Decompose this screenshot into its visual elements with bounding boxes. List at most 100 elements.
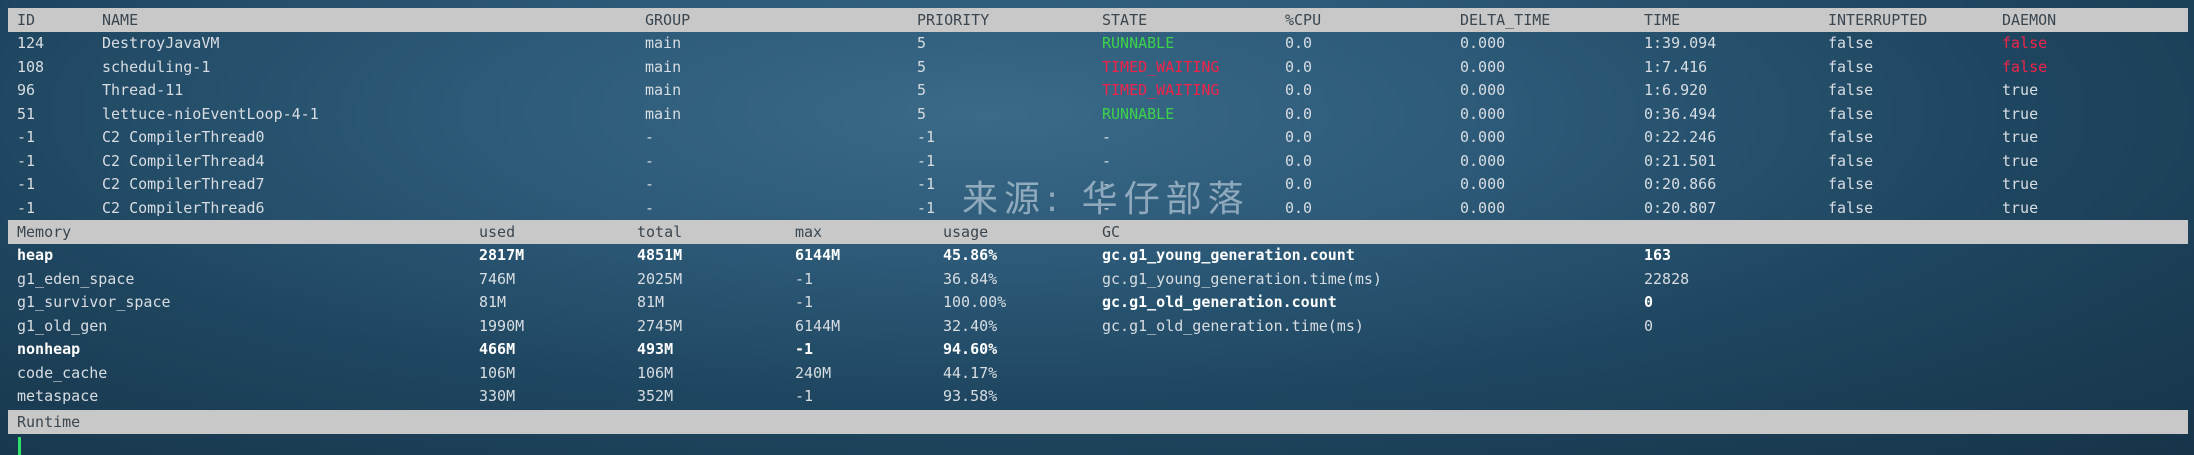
memory-usage-cell: 93.58% xyxy=(943,387,998,405)
thread-name-cell: C2 CompilerThread6 xyxy=(102,198,265,217)
thread-daemon-cell: true xyxy=(2002,151,2039,170)
thread-id-cell: -1 xyxy=(17,151,36,170)
thread-delta-cell: 0.000 xyxy=(1460,175,1506,193)
thread-state-cell: TIMED_WAITING xyxy=(1102,57,1220,76)
col-gc: GC xyxy=(1102,223,1121,241)
thread-priority-cell: 5 xyxy=(917,104,927,123)
memory-name-cell: nonheap xyxy=(17,340,81,358)
thread-cpu-cell: 0.0 xyxy=(1285,57,1313,76)
thread-row: 96 Thread-11 main 5 TIMED_WAITING 0.0 0.000 1:6… xyxy=(8,79,2188,102)
gc-value-cell: 0 xyxy=(1644,316,1654,335)
thread-delta-cell: 0.000 xyxy=(1460,57,1506,76)
memory-total-cell: 4851M xyxy=(637,246,683,264)
thread-daemon-cell: false xyxy=(2002,34,2048,52)
thread-cpu-cell: 0.0 xyxy=(1285,81,1313,99)
gc-name-cell: gc.g1_young_generation.time(ms) xyxy=(1102,269,1382,288)
thread-interrupted-cell: false xyxy=(1828,175,1874,193)
thread-time-cell: 1:7.416 xyxy=(1644,57,1708,76)
col-time: TIME xyxy=(1644,11,1681,29)
memory-used-cell: 1990M xyxy=(479,316,525,335)
memory-name-cell: g1_old_gen xyxy=(17,316,108,335)
watermark-text: 来源: 华仔部落 xyxy=(962,179,1250,220)
thread-interrupted-cell: false xyxy=(1828,57,1874,76)
gc-name-cell: gc.g1_old_generation.count xyxy=(1102,293,1337,311)
thread-name-cell: lettuce-nioEventLoop-4-1 xyxy=(102,104,319,123)
thread-priority-cell: -1 xyxy=(917,198,936,217)
thread-group-cell: main xyxy=(645,57,682,76)
thread-id-cell: 108 xyxy=(17,57,45,76)
thread-daemon-cell: false xyxy=(2002,57,2048,76)
thread-cpu-cell: 0.0 xyxy=(1285,175,1313,193)
thread-id-cell: -1 xyxy=(17,198,36,217)
thread-id-cell: -1 xyxy=(17,128,36,146)
memory-total-cell: 352M xyxy=(637,387,674,405)
thread-time-cell: 0:20.807 xyxy=(1644,198,1717,217)
thread-name-cell: scheduling-1 xyxy=(102,57,211,76)
memory-total-cell: 2745M xyxy=(637,316,683,335)
thread-name-cell: C2 CompilerThread4 xyxy=(102,151,265,170)
memory-row: g1_eden_space 746M 2025M -1 36.84% gc.g1_youn… xyxy=(8,268,2188,291)
thread-priority-cell: -1 xyxy=(917,128,936,146)
thread-time-cell: 0:21.501 xyxy=(1644,151,1717,170)
thread-id-cell: 124 xyxy=(17,34,45,52)
memory-used-cell: 330M xyxy=(479,387,516,405)
memory-max-cell: -1 xyxy=(795,387,814,405)
thread-id-cell: 96 xyxy=(17,81,36,99)
thread-time-cell: 0:36.494 xyxy=(1644,104,1717,123)
thread-state-cell: TIMED_WAITING xyxy=(1102,81,1220,99)
memory-row: code_cache 106M 106M 240M 44.17% xyxy=(8,362,2188,385)
thread-id-cell: -1 xyxy=(17,175,36,193)
thread-delta-cell: 0.000 xyxy=(1460,151,1506,170)
thread-row: 108 scheduling-1 main 5 TIMED_WAITING 0.0 0.00… xyxy=(8,56,2188,79)
col-id: ID xyxy=(17,11,36,29)
thread-name-cell: DestroyJavaVM xyxy=(102,34,220,52)
memory-name-cell: g1_eden_space xyxy=(17,269,135,288)
thread-name-cell: Thread-11 xyxy=(102,81,184,99)
memory-row: g1_old_gen 1990M 2745M 6144M 32.40% gc.g1_old… xyxy=(8,315,2188,338)
memory-table-header: Memory used total max usage GC xyxy=(8,220,2188,244)
col-name: NAME xyxy=(102,11,139,29)
thread-priority-cell: 5 xyxy=(917,81,927,99)
thread-priority-cell: -1 xyxy=(917,175,936,193)
thread-name-cell: C2 CompilerThread0 xyxy=(102,128,265,146)
memory-total-cell: 493M xyxy=(637,340,674,358)
memory-row: g1_survivor_space 81M 81M -1 100.00% gc.g1_ol… xyxy=(8,291,2188,314)
thread-time-cell: 0:20.866 xyxy=(1644,175,1717,193)
terminal-cursor xyxy=(18,437,21,455)
thread-interrupted-cell: false xyxy=(1828,81,1874,99)
thread-delta-cell: 0.000 xyxy=(1460,198,1506,217)
thread-row: -1 C2 CompilerThread0 - -1 - 0.0 0.000 0:22.246… xyxy=(8,126,2188,149)
thread-group-cell: - xyxy=(645,128,655,146)
memory-row: nonheap 466M 493M -1 94.60% xyxy=(8,338,2188,361)
thread-priority-cell: 5 xyxy=(917,57,927,76)
memory-total-cell: 106M xyxy=(637,363,674,382)
thread-priority-cell: -1 xyxy=(917,151,936,170)
memory-usage-cell: 32.40% xyxy=(943,316,998,335)
col-daemon: DAEMON xyxy=(2002,11,2057,29)
memory-max-cell: 240M xyxy=(795,363,832,382)
thread-daemon-cell: true xyxy=(2002,81,2039,99)
col-state: STATE xyxy=(1102,11,1148,29)
gc-value-cell: 22828 xyxy=(1644,269,1690,288)
thread-cpu-cell: 0.0 xyxy=(1285,198,1313,217)
col-total: total xyxy=(637,223,683,241)
memory-total-cell: 81M xyxy=(637,293,665,311)
thread-cpu-cell: 0.0 xyxy=(1285,151,1313,170)
memory-max-cell: 6144M xyxy=(795,246,841,264)
thread-state-cell: RUNNABLE xyxy=(1102,34,1175,52)
col-priority: PRIORITY xyxy=(917,11,990,29)
thread-interrupted-cell: false xyxy=(1828,128,1874,146)
col-cpu: %CPU xyxy=(1285,11,1322,29)
thread-interrupted-cell: false xyxy=(1828,34,1874,52)
thread-cpu-cell: 0.0 xyxy=(1285,104,1313,123)
thread-delta-cell: 0.000 xyxy=(1460,34,1506,52)
runtime-label: Runtime xyxy=(17,413,81,431)
thread-state-cell: RUNNABLE xyxy=(1102,104,1175,123)
col-used: used xyxy=(479,223,516,241)
gc-name-cell: gc.g1_old_generation.time(ms) xyxy=(1102,316,1364,335)
memory-max-cell: -1 xyxy=(795,293,814,311)
col-delta-time: DELTA_TIME xyxy=(1460,11,1551,29)
thread-row: 124 DestroyJavaVM main 5 RUNNABLE 0.0 0.000 1:3… xyxy=(8,32,2188,55)
thread-time-cell: 1:39.094 xyxy=(1644,34,1717,52)
memory-max-cell: -1 xyxy=(795,340,814,358)
